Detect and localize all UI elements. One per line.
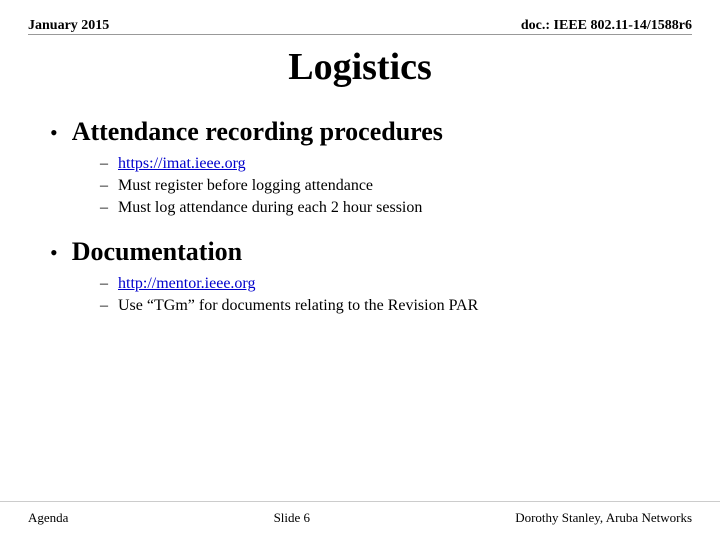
- sub-bullet-register: – Must register before logging attendanc…: [100, 177, 670, 195]
- bullet-documentation-label: Documentation: [72, 237, 242, 267]
- sub-text-log: Must log attendance during each 2 hour s…: [118, 199, 422, 217]
- bullet-attendance-label: Attendance recording procedures: [72, 117, 443, 147]
- header-doc: doc.: IEEE 802.11-14/1588r6: [521, 18, 692, 34]
- sub-text-register: Must register before logging attendance: [118, 177, 373, 195]
- bullet-documentation: • Documentation – http://mentor.ieee.org…: [50, 237, 670, 315]
- sub-dash-2: –: [100, 177, 108, 195]
- slide-header: January 2015 doc.: IEEE 802.11-14/1588r6: [0, 0, 720, 34]
- sub-bullet-link2: – http://mentor.ieee.org: [100, 275, 670, 293]
- title-section: Logistics: [0, 45, 720, 89]
- sub-bullet-link1: – https://imat.ieee.org: [100, 155, 670, 173]
- header-divider: [28, 34, 692, 35]
- sub-text-tgm: Use “TGm” for documents relating to the …: [118, 297, 478, 315]
- sub-bullet-log: – Must log attendance during each 2 hour…: [100, 199, 670, 217]
- sub-bullets-documentation: – http://mentor.ieee.org – Use “TGm” for…: [50, 275, 670, 315]
- sub-bullets-attendance: – https://imat.ieee.org – Must register …: [50, 155, 670, 217]
- footer-left: Agenda: [28, 510, 68, 526]
- sub-dash-4: –: [100, 275, 108, 293]
- bullet-attendance-main: • Attendance recording procedures: [50, 117, 670, 147]
- footer-center: Slide 6: [274, 510, 310, 526]
- sub-text-link2: http://mentor.ieee.org: [118, 275, 255, 293]
- bullet-dot-2: •: [50, 242, 58, 264]
- mentor-link[interactable]: http://mentor.ieee.org: [118, 275, 255, 292]
- sub-dash-3: –: [100, 199, 108, 217]
- slide: January 2015 doc.: IEEE 802.11-14/1588r6…: [0, 0, 720, 540]
- sub-text-link1: https://imat.ieee.org: [118, 155, 246, 173]
- header-date: January 2015: [28, 18, 109, 34]
- bullet-dot-1: •: [50, 122, 58, 144]
- slide-footer: Agenda Slide 6 Dorothy Stanley, Aruba Ne…: [0, 501, 720, 526]
- bullet-attendance: • Attendance recording procedures – http…: [50, 117, 670, 217]
- sub-dash-5: –: [100, 297, 108, 315]
- bullet-documentation-main: • Documentation: [50, 237, 670, 267]
- footer-right: Dorothy Stanley, Aruba Networks: [515, 510, 692, 526]
- sub-dash-1: –: [100, 155, 108, 173]
- slide-content: • Attendance recording procedures – http…: [0, 117, 720, 315]
- imat-link[interactable]: https://imat.ieee.org: [118, 155, 246, 172]
- slide-title: Logistics: [288, 46, 432, 88]
- sub-bullet-tgm: – Use “TGm” for documents relating to th…: [100, 297, 670, 315]
